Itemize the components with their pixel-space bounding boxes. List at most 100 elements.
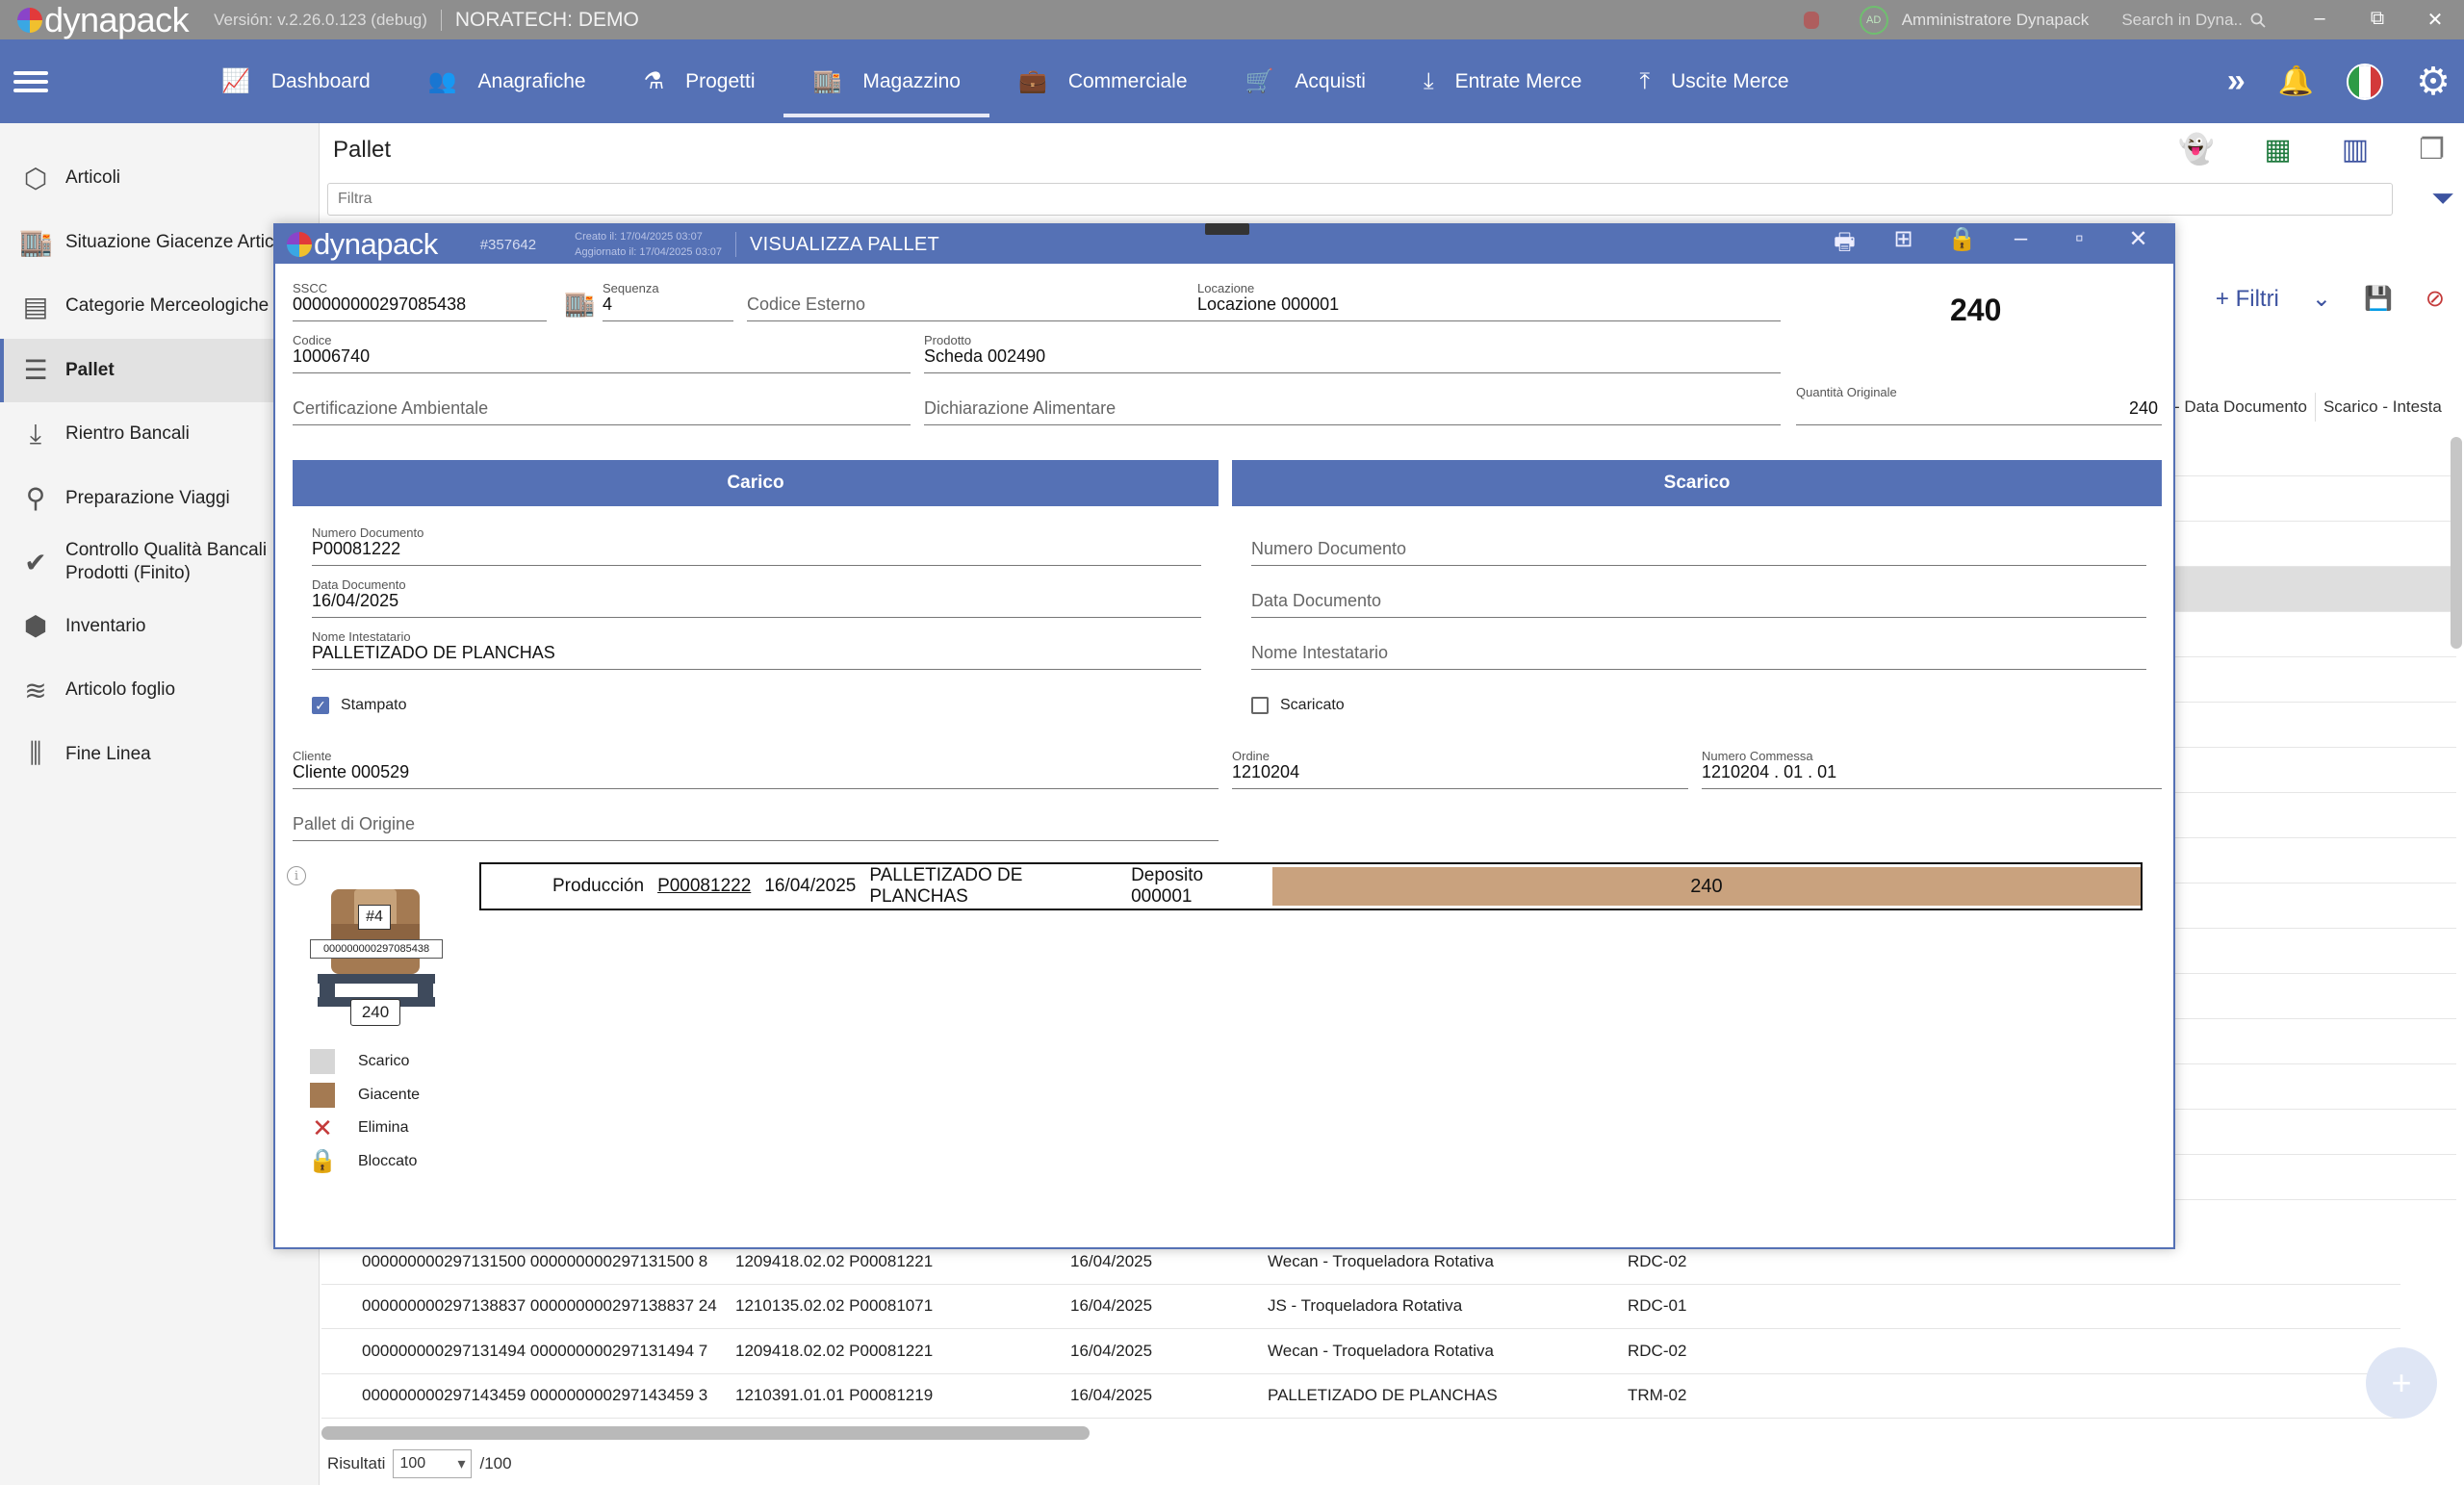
- cell-ref: 1210391.01.01 P00081219: [735, 1386, 934, 1405]
- stampato-checkbox[interactable]: ✓ Stampato: [312, 697, 406, 714]
- funnel-icon[interactable]: ⏷: [2431, 183, 2454, 216]
- sidebar-item-pallet[interactable]: ☰ Pallet: [0, 338, 319, 402]
- lock-icon[interactable]: 🔒: [1933, 225, 1991, 265]
- nav-progetti[interactable]: ⚗ Progetti: [615, 39, 784, 123]
- scarico-numero-documento-field[interactable]: Numero Documento: [1251, 525, 2146, 566]
- sidebar-item-label: Rientro Bancali: [65, 423, 190, 445]
- save-icon[interactable]: 💾: [2364, 285, 2393, 313]
- route-icon: ⚲: [25, 483, 46, 514]
- sidebar-item-articoli[interactable]: ⬡ Articoli: [0, 146, 319, 211]
- results-per-page-select[interactable]: 100: [393, 1449, 473, 1478]
- check-icon[interactable]: ✓: [312, 697, 329, 714]
- table-check-icon[interactable]: ▥: [2342, 133, 2369, 166]
- scarico-nome-intestatario-field[interactable]: Nome Intestatario: [1251, 629, 2146, 670]
- field-label: Nome Intestatario: [312, 629, 411, 644]
- pallet-movement-row[interactable]: Producción P00081222 16/04/2025 PALLETIZ…: [479, 862, 2143, 910]
- dichiarazione-alimentare-field[interactable]: Dichiarazione Alimentare: [924, 385, 1781, 425]
- warehouse-icon[interactable]: 🏬: [564, 289, 595, 319]
- carico-numero-documento-field[interactable]: Numero Documento P00081222: [312, 525, 1201, 566]
- column-header[interactable]: Scarico - Intesta: [2314, 393, 2450, 422]
- app-logo: dynapack: [287, 227, 438, 262]
- checkbox-box[interactable]: [1251, 697, 1269, 714]
- sidebar-item-label: Articoli: [65, 167, 121, 189]
- close-button[interactable]: ✕: [2406, 8, 2464, 32]
- filtri-button[interactable]: + Filtri: [2216, 286, 2279, 313]
- carico-data-documento-field[interactable]: Data Documento 16/04/2025: [312, 577, 1201, 618]
- pallet-origine-field[interactable]: Pallet di Origine: [293, 801, 1219, 841]
- restore-button[interactable]: ⧉: [2348, 8, 2406, 32]
- nav-acquisti[interactable]: 🛒 Acquisti: [1217, 39, 1395, 123]
- movement-quantity-bar: 240: [1271, 867, 2141, 906]
- sequenza-field[interactable]: Sequenza 4: [603, 281, 733, 321]
- global-search[interactable]: Search in Dyna..: [2121, 11, 2266, 30]
- info-icon[interactable]: i: [287, 866, 306, 885]
- sidebar-item-fine-linea[interactable]: ⫼ Fine Linea: [0, 723, 319, 787]
- sscc-field[interactable]: SSCC 000000000297085438: [293, 281, 547, 321]
- sidebar-item-inventario[interactable]: ⬢ Inventario: [0, 595, 319, 659]
- gear-icon[interactable]: ⚙: [2416, 60, 2451, 104]
- sidebar-item-rientro-bancali[interactable]: ⤓ Rientro Bancali: [0, 402, 319, 467]
- print-icon[interactable]: 🖶: [1815, 225, 1874, 265]
- add-column-icon[interactable]: ⊞: [1874, 225, 1933, 265]
- app-logo: dynapack: [17, 0, 190, 40]
- sidebar-item-categorie[interactable]: ▤ Categorie Merceologiche: [0, 274, 319, 339]
- locazione-field[interactable]: Locazione Locazione 000001: [1197, 281, 1781, 321]
- add-fab-button[interactable]: +: [2366, 1347, 2437, 1419]
- scaricato-checkbox[interactable]: Scaricato: [1251, 697, 1345, 714]
- dialog-title: VISUALIZZA PALLET: [750, 233, 940, 255]
- nav-commerciale[interactable]: 💼 Commerciale: [989, 39, 1217, 123]
- minimize-button[interactable]: –: [2291, 8, 2348, 32]
- codice-field[interactable]: Codice 10006740: [293, 333, 911, 373]
- horizontal-scrollbar[interactable]: [321, 1426, 1090, 1440]
- sidebar-item-articolo-foglio[interactable]: ≋ Articolo foglio: [0, 658, 319, 723]
- upload-icon: ⤒: [1639, 67, 1651, 94]
- cell-location: TRM-02: [1628, 1386, 1687, 1405]
- ghost-icon[interactable]: 👻: [2178, 133, 2214, 166]
- nav-magazzino[interactable]: 🏬 Magazzino: [783, 39, 990, 123]
- movement-document-link[interactable]: P00081222: [657, 876, 751, 897]
- sidebar-item-controllo-qualita[interactable]: ✔ Controllo Qualità Bancali Prodotti (Fin…: [0, 530, 319, 595]
- movement-date: 16/04/2025: [764, 876, 857, 896]
- cliente-field[interactable]: Cliente Cliente 000529: [293, 749, 1219, 789]
- numero-commessa-field[interactable]: Numero Commessa 1210204 . 01 . 01: [1702, 749, 2162, 789]
- window-icon[interactable]: ❐: [2419, 133, 2445, 166]
- field-value: P00081222: [312, 539, 401, 558]
- sidebar-item-situazione-giacenze[interactable]: 🏬 Situazione Giacenze Artico: [0, 211, 319, 275]
- column-header[interactable]: - Data Documento: [2166, 393, 2315, 422]
- user-name[interactable]: Amministratore Dynapack: [1902, 11, 2090, 30]
- vertical-scrollbar[interactable]: [2451, 437, 2462, 649]
- filter-input[interactable]: Filtra: [327, 183, 2393, 216]
- carico-nome-intestatario-field[interactable]: Nome Intestatario PALLETIZADO DE PLANCHA…: [312, 629, 1201, 670]
- certificazione-ambientale-field[interactable]: Certificazione Ambientale: [293, 385, 911, 425]
- drag-handle[interactable]: [1205, 223, 1249, 235]
- nav-entrate-merce[interactable]: ⤓ Entrate Merce: [1395, 39, 1611, 123]
- clear-filter-icon[interactable]: ⊘: [2426, 285, 2445, 313]
- avatar[interactable]: AD: [1859, 5, 1888, 35]
- excel-icon[interactable]: ▦: [2264, 133, 2291, 166]
- table-row[interactable]: 000000000297143459 000000000297143459 3 …: [321, 1374, 2400, 1419]
- field-label: Codice: [293, 333, 332, 347]
- maximize-icon[interactable]: ▫: [2050, 225, 2109, 265]
- scarico-data-documento-field[interactable]: Data Documento: [1251, 577, 2146, 618]
- sidebar-item-preparazione-viaggi[interactable]: ⚲ Preparazione Viaggi: [0, 467, 319, 531]
- nav-anagrafiche[interactable]: 👥 Anagrafiche: [399, 39, 615, 123]
- chevron-down-icon[interactable]: ⌄: [2312, 285, 2331, 313]
- download-icon: ⤓: [29, 418, 42, 448]
- nav-dashboard[interactable]: 📈 Dashboard: [192, 39, 399, 123]
- close-icon[interactable]: ✕: [2109, 225, 2168, 265]
- minimize-icon[interactable]: –: [1991, 225, 2050, 265]
- bug-icon[interactable]: [1803, 11, 1819, 29]
- table-row[interactable]: 000000000297131494 000000000297131494 7 …: [321, 1329, 2400, 1374]
- quantita-originale-field[interactable]: Quantità Originale 240: [1796, 385, 2162, 425]
- prodotto-field[interactable]: Prodotto Scheda 002490: [924, 333, 1781, 373]
- menu-toggle-icon[interactable]: [13, 66, 48, 97]
- search-input[interactable]: Search in Dyna..: [2121, 11, 2243, 30]
- field-value: Scheda 002490: [924, 346, 1046, 366]
- bell-icon[interactable]: 🔔: [2278, 64, 2314, 98]
- legend-item: ✕ Elimina: [310, 1112, 420, 1145]
- nav-uscite-merce[interactable]: ⤒ Uscite Merce: [1610, 39, 1817, 123]
- italy-flag-icon[interactable]: [2347, 63, 2384, 100]
- ordine-field[interactable]: Ordine 1210204: [1232, 749, 1688, 789]
- more-icon[interactable]: »: [2227, 63, 2246, 100]
- table-row[interactable]: 000000000297138837 000000000297138837 24…: [321, 1285, 2400, 1329]
